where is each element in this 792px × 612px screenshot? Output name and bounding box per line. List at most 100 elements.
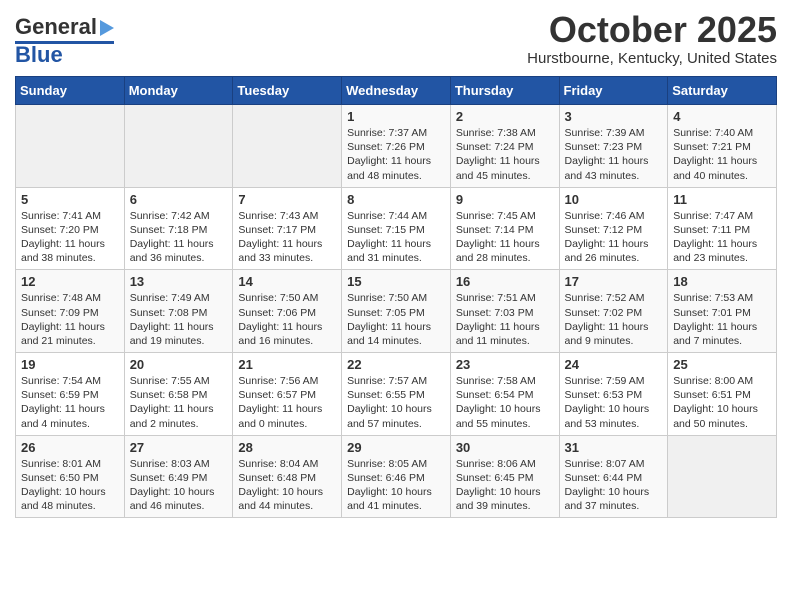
calendar-cell: 24 Sunrise: 7:59 AM Sunset: 6:53 PM Dayli… xyxy=(559,353,668,436)
day-info: Sunrise: 7:55 AM Sunset: 6:58 PM Dayligh… xyxy=(130,374,228,431)
day-number: 29 xyxy=(347,440,445,455)
calendar-cell: 23 Sunrise: 7:58 AM Sunset: 6:54 PM Dayli… xyxy=(450,353,559,436)
day-info: Sunrise: 7:45 AM Sunset: 7:14 PM Dayligh… xyxy=(456,209,554,266)
calendar-cell: 16 Sunrise: 7:51 AM Sunset: 7:03 PM Dayli… xyxy=(450,270,559,353)
day-info: Sunrise: 8:07 AM Sunset: 6:44 PM Dayligh… xyxy=(565,457,663,514)
day-number: 16 xyxy=(456,274,554,289)
calendar-cell: 22 Sunrise: 7:57 AM Sunset: 6:55 PM Dayli… xyxy=(342,353,451,436)
calendar-cell xyxy=(124,105,233,188)
day-info: Sunrise: 7:50 AM Sunset: 7:05 PM Dayligh… xyxy=(347,291,445,348)
calendar-cell: 20 Sunrise: 7:55 AM Sunset: 6:58 PM Dayli… xyxy=(124,353,233,436)
calendar-cell: 6 Sunrise: 7:42 AM Sunset: 7:18 PM Daylig… xyxy=(124,187,233,270)
day-info: Sunrise: 7:40 AM Sunset: 7:21 PM Dayligh… xyxy=(673,126,771,183)
logo-blue: Blue xyxy=(15,42,63,68)
day-number: 28 xyxy=(238,440,336,455)
day-info: Sunrise: 8:01 AM Sunset: 6:50 PM Dayligh… xyxy=(21,457,119,514)
day-number: 9 xyxy=(456,192,554,207)
calendar-week-4: 19 Sunrise: 7:54 AM Sunset: 6:59 PM Dayli… xyxy=(16,353,777,436)
day-number: 23 xyxy=(456,357,554,372)
day-info: Sunrise: 7:59 AM Sunset: 6:53 PM Dayligh… xyxy=(565,374,663,431)
day-number: 18 xyxy=(673,274,771,289)
day-info: Sunrise: 8:03 AM Sunset: 6:49 PM Dayligh… xyxy=(130,457,228,514)
day-number: 24 xyxy=(565,357,663,372)
day-number: 17 xyxy=(565,274,663,289)
day-info: Sunrise: 7:47 AM Sunset: 7:11 PM Dayligh… xyxy=(673,209,771,266)
day-number: 15 xyxy=(347,274,445,289)
month-title: October 2025 xyxy=(527,10,777,50)
calendar-cell: 17 Sunrise: 7:52 AM Sunset: 7:02 PM Dayli… xyxy=(559,270,668,353)
day-info: Sunrise: 7:53 AM Sunset: 7:01 PM Dayligh… xyxy=(673,291,771,348)
calendar-cell: 21 Sunrise: 7:56 AM Sunset: 6:57 PM Dayli… xyxy=(233,353,342,436)
day-number: 6 xyxy=(130,192,228,207)
calendar-cell: 2Sunrise: 7:38 AM Sunset: 7:24 PM Daylig… xyxy=(450,105,559,188)
calendar-cell: 9 Sunrise: 7:45 AM Sunset: 7:14 PM Daylig… xyxy=(450,187,559,270)
location: Hurstbourne, Kentucky, United States xyxy=(527,50,777,67)
day-header-wednesday: Wednesday xyxy=(342,77,451,105)
day-number: 22 xyxy=(347,357,445,372)
calendar-cell xyxy=(233,105,342,188)
day-header-friday: Friday xyxy=(559,77,668,105)
calendar-cell xyxy=(16,105,125,188)
calendar-body: 1Sunrise: 7:37 AM Sunset: 7:26 PM Daylig… xyxy=(16,105,777,518)
day-info: Sunrise: 7:41 AM Sunset: 7:20 PM Dayligh… xyxy=(21,209,119,266)
calendar-week-1: 1Sunrise: 7:37 AM Sunset: 7:26 PM Daylig… xyxy=(16,105,777,188)
day-header-tuesday: Tuesday xyxy=(233,77,342,105)
calendar-cell: 12Sunrise: 7:48 AM Sunset: 7:09 PM Dayli… xyxy=(16,270,125,353)
day-number: 21 xyxy=(238,357,336,372)
calendar-cell: 18 Sunrise: 7:53 AM Sunset: 7:01 PM Dayli… xyxy=(668,270,777,353)
day-number: 27 xyxy=(130,440,228,455)
calendar-cell: 11Sunrise: 7:47 AM Sunset: 7:11 PM Dayli… xyxy=(668,187,777,270)
day-info: Sunrise: 7:37 AM Sunset: 7:26 PM Dayligh… xyxy=(347,126,445,183)
day-info: Sunrise: 7:43 AM Sunset: 7:17 PM Dayligh… xyxy=(238,209,336,266)
calendar-cell xyxy=(668,435,777,518)
calendar-week-5: 26Sunrise: 8:01 AM Sunset: 6:50 PM Dayli… xyxy=(16,435,777,518)
calendar-cell: 10Sunrise: 7:46 AM Sunset: 7:12 PM Dayli… xyxy=(559,187,668,270)
title-block: October 2025 Hurstbourne, Kentucky, Unit… xyxy=(527,10,777,67)
day-info: Sunrise: 7:50 AM Sunset: 7:06 PM Dayligh… xyxy=(238,291,336,348)
calendar-week-2: 5Sunrise: 7:41 AM Sunset: 7:20 PM Daylig… xyxy=(16,187,777,270)
day-number: 20 xyxy=(130,357,228,372)
day-number: 12 xyxy=(21,274,119,289)
calendar-table: SundayMondayTuesdayWednesdayThursdayFrid… xyxy=(15,76,777,518)
day-info: Sunrise: 7:42 AM Sunset: 7:18 PM Dayligh… xyxy=(130,209,228,266)
day-number: 30 xyxy=(456,440,554,455)
calendar-cell: 5Sunrise: 7:41 AM Sunset: 7:20 PM Daylig… xyxy=(16,187,125,270)
day-number: 25 xyxy=(673,357,771,372)
day-info: Sunrise: 7:56 AM Sunset: 6:57 PM Dayligh… xyxy=(238,374,336,431)
day-info: Sunrise: 8:05 AM Sunset: 6:46 PM Dayligh… xyxy=(347,457,445,514)
calendar-header-row: SundayMondayTuesdayWednesdayThursdayFrid… xyxy=(16,77,777,105)
calendar-cell: 8 Sunrise: 7:44 AM Sunset: 7:15 PM Daylig… xyxy=(342,187,451,270)
day-header-sunday: Sunday xyxy=(16,77,125,105)
calendar-cell: 14 Sunrise: 7:50 AM Sunset: 7:06 PM Dayli… xyxy=(233,270,342,353)
calendar-cell: 19 Sunrise: 7:54 AM Sunset: 6:59 PM Dayli… xyxy=(16,353,125,436)
day-number: 19 xyxy=(21,357,119,372)
day-info: Sunrise: 8:04 AM Sunset: 6:48 PM Dayligh… xyxy=(238,457,336,514)
day-info: Sunrise: 8:00 AM Sunset: 6:51 PM Dayligh… xyxy=(673,374,771,431)
logo-general: General xyxy=(15,14,97,40)
calendar-week-3: 12Sunrise: 7:48 AM Sunset: 7:09 PM Dayli… xyxy=(16,270,777,353)
day-info: Sunrise: 7:38 AM Sunset: 7:24 PM Dayligh… xyxy=(456,126,554,183)
day-header-thursday: Thursday xyxy=(450,77,559,105)
day-info: Sunrise: 7:52 AM Sunset: 7:02 PM Dayligh… xyxy=(565,291,663,348)
calendar-cell: 4 Sunrise: 7:40 AM Sunset: 7:21 PM Daylig… xyxy=(668,105,777,188)
day-info: Sunrise: 7:44 AM Sunset: 7:15 PM Dayligh… xyxy=(347,209,445,266)
day-info: Sunrise: 7:57 AM Sunset: 6:55 PM Dayligh… xyxy=(347,374,445,431)
day-number: 14 xyxy=(238,274,336,289)
day-info: Sunrise: 7:58 AM Sunset: 6:54 PM Dayligh… xyxy=(456,374,554,431)
day-info: Sunrise: 7:54 AM Sunset: 6:59 PM Dayligh… xyxy=(21,374,119,431)
day-info: Sunrise: 8:06 AM Sunset: 6:45 PM Dayligh… xyxy=(456,457,554,514)
logo: General Blue xyxy=(15,14,114,68)
day-info: Sunrise: 7:46 AM Sunset: 7:12 PM Dayligh… xyxy=(565,209,663,266)
day-number: 8 xyxy=(347,192,445,207)
logo-arrow-icon xyxy=(100,20,114,36)
day-header-saturday: Saturday xyxy=(668,77,777,105)
day-number: 7 xyxy=(238,192,336,207)
calendar-cell: 30 Sunrise: 8:06 AM Sunset: 6:45 PM Dayli… xyxy=(450,435,559,518)
day-info: Sunrise: 7:51 AM Sunset: 7:03 PM Dayligh… xyxy=(456,291,554,348)
calendar-cell: 1Sunrise: 7:37 AM Sunset: 7:26 PM Daylig… xyxy=(342,105,451,188)
day-number: 4 xyxy=(673,109,771,124)
calendar-cell: 29 Sunrise: 8:05 AM Sunset: 6:46 PM Dayli… xyxy=(342,435,451,518)
page-header: General Blue October 2025 Hurstbourne, K… xyxy=(15,10,777,68)
calendar-cell: 31 Sunrise: 8:07 AM Sunset: 6:44 PM Dayli… xyxy=(559,435,668,518)
day-number: 31 xyxy=(565,440,663,455)
